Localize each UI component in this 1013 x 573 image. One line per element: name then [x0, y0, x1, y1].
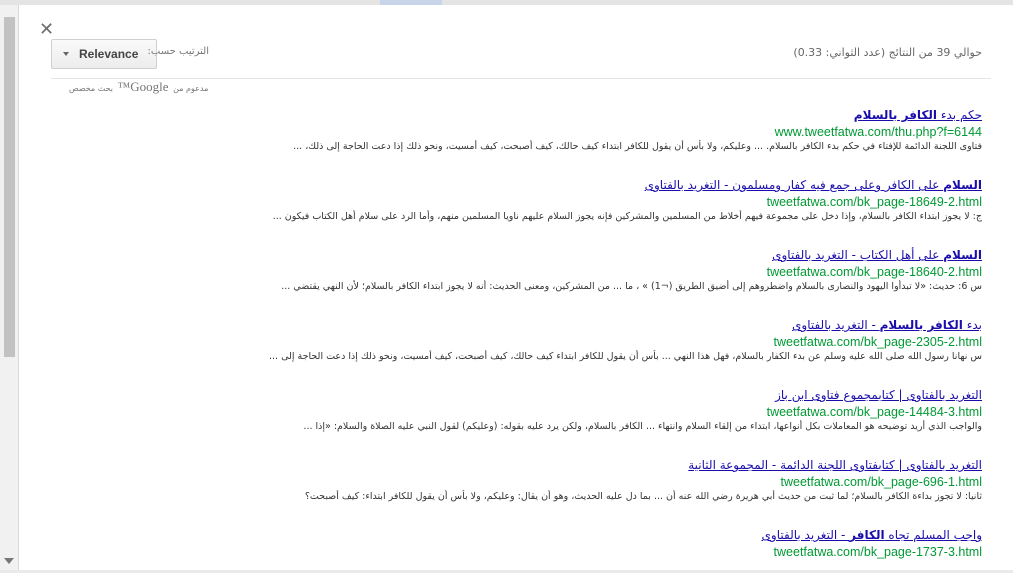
- result-url: www.tweetfatwa.com/thu.php?f=6144: [774, 125, 982, 139]
- result-item: حكم بدء الكافر بالسلام www.tweetfatwa.co…: [62, 107, 982, 177]
- google-logo: Google™: [117, 79, 169, 94]
- result-title-link[interactable]: واجب المسلم تجاه الكافر - التغريد بالفتا…: [62, 527, 982, 544]
- result-title-text: بدء: [962, 318, 982, 332]
- close-icon[interactable]: ✕: [39, 19, 54, 40]
- result-snippet: والواجب الذي أريد توضيحه هو المعاملات بك…: [303, 421, 982, 432]
- powered-prefix: مدعوم من: [173, 84, 209, 93]
- result-title-bold: الكافر: [849, 528, 885, 542]
- search-results-dialog: ✕ Relevance الترتيب حسب: حوالي 39 من الن…: [18, 5, 1013, 570]
- result-url: tweetfatwa.com/bk_page-18649-2.html: [766, 195, 982, 209]
- result-url: tweetfatwa.com/bk_page-14484-3.html: [766, 405, 982, 419]
- result-title-text: واجب المسلم تجاه: [884, 528, 982, 542]
- result-title-text: - التغريد بالفتاوى: [761, 528, 850, 542]
- result-item: بدء الكافر بالسلام - التغريد بالفتاوى tw…: [62, 317, 982, 387]
- result-snippet: س 6: حديث: «لا تبدأوا اليهود والنصارى با…: [281, 281, 982, 292]
- result-snippet: ثانيا: لا تجوز بداءة الكافر بالسلام؛ لما…: [304, 491, 982, 502]
- sort-value: Relevance: [79, 47, 139, 61]
- result-url: tweetfatwa.com/bk_page-18640-2.html: [766, 265, 982, 279]
- result-title-bold: السلام: [943, 178, 982, 192]
- result-title-link[interactable]: حكم بدء الكافر بالسلام: [62, 107, 982, 124]
- result-url: tweetfatwa.com/bk_page-2305-2.html: [773, 335, 982, 349]
- result-title-link[interactable]: السلام على الكافر وعلى جمع فيه كفار ومسل…: [62, 177, 982, 194]
- result-title-link[interactable]: التغريد بالفتاوى | كتابمجموع فتاوى ابن ب…: [62, 387, 982, 404]
- results-count: حوالي 39 من النتائج (عدد الثواني: 0.33): [793, 46, 982, 59]
- result-title-bold: الكافر بالسلام: [879, 318, 963, 332]
- sort-dropdown[interactable]: Relevance: [51, 39, 157, 69]
- result-snippet: س نهانا رسول الله صلى الله عليه وسلم عن …: [269, 351, 982, 362]
- result-item: التغريد بالفتاوى | كتابفتاوى اللجنة الدا…: [62, 457, 982, 527]
- scrollbar[interactable]: [0, 5, 18, 570]
- result-title-text: على الكافر وعلى جمع فيه كفار ومسلمون - ا…: [644, 178, 944, 192]
- result-title-link[interactable]: السلام على أهل الكتاب - التغريد بالفتاوى: [62, 247, 982, 264]
- result-title-text: التغريد بالفتاوى | كتابفتاوى اللجنة الدا…: [688, 458, 982, 472]
- chevron-down-icon: [63, 52, 69, 56]
- result-url: tweetfatwa.com/bk_page-696-1.html: [780, 475, 983, 489]
- result-item: السلام على الكافر وعلى جمع فيه كفار ومسل…: [62, 177, 982, 247]
- result-title-text: - التغريد بالفتاوى: [792, 318, 880, 332]
- result-snippet: ج: لا يجوز ابتداء الكافر بالسلام، وإذا د…: [272, 211, 982, 222]
- scroll-down-arrow-icon[interactable]: [4, 558, 14, 564]
- result-title-text: على أهل الكتاب - التغريد بالفتاوى: [772, 248, 944, 262]
- scrollbar-thumb[interactable]: [4, 17, 15, 357]
- powered-suffix: بحث مخصص: [69, 84, 113, 93]
- result-title-bold: السلام: [943, 248, 982, 262]
- result-title-link[interactable]: بدء الكافر بالسلام - التغريد بالفتاوى: [62, 317, 982, 334]
- result-title-text: التغريد بالفتاوى | كتابمجموع فتاوى ابن ب…: [775, 388, 982, 402]
- result-title-link[interactable]: التغريد بالفتاوى | كتابفتاوى اللجنة الدا…: [62, 457, 982, 474]
- result-snippet: فتاوى اللجنة الدائمة للإفتاء في حكم بدء …: [293, 141, 982, 152]
- result-item: التغريد بالفتاوى | كتابمجموع فتاوى ابن ب…: [62, 387, 982, 457]
- sort-label: الترتيب حسب:: [147, 46, 209, 57]
- result-title-bold: الكافر بالسلام: [853, 108, 938, 122]
- result-url: tweetfatwa.com/bk_page-1737-3.html: [773, 545, 982, 559]
- result-item: واجب المسلم تجاه الكافر - التغريد بالفتا…: [62, 527, 982, 570]
- powered-by-google: مدعوم من Google™ بحث مخصص: [69, 79, 208, 95]
- result-item: السلام على أهل الكتاب - التغريد بالفتاوى…: [62, 247, 982, 317]
- result-title-text: حكم بدء: [937, 108, 982, 122]
- results-list: حكم بدء الكافر بالسلام www.tweetfatwa.co…: [62, 107, 982, 570]
